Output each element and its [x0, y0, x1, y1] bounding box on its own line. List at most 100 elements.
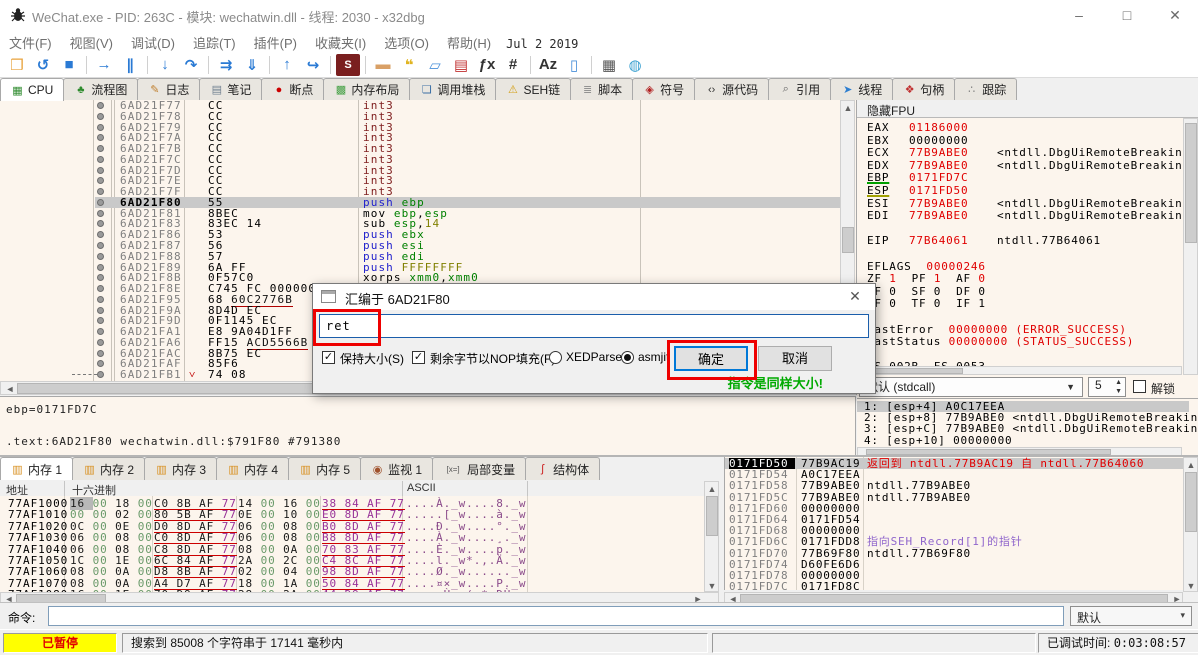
breakpoint-dot[interactable]: [97, 339, 104, 346]
stack-row[interactable]: 0171FD5C77B9ABE0ntdll.77B9ABE0: [725, 492, 1183, 503]
breakpoint-dot[interactable]: [97, 242, 104, 249]
stack-row[interactable]: 0171FD6C0171FDD8指向SEH_Record[1]的指针: [725, 536, 1183, 547]
pause-icon[interactable]: ∥: [118, 54, 142, 76]
register-row[interactable]: ESI77B9ABE0<ntdll.DbgUiRemoteBreakin>: [867, 198, 1190, 210]
stack-pane[interactable]: 0171FD5077B9AC19返回到 ntdll.77B9AC19 自 ntd…: [724, 457, 1183, 590]
breakpoint-dot[interactable]: [97, 307, 104, 314]
command-input[interactable]: [48, 606, 1064, 626]
breakpoint-dot[interactable]: [97, 167, 104, 174]
tab-符号[interactable]: ◈符号: [632, 78, 695, 100]
step-into-icon[interactable]: ↓: [153, 54, 177, 76]
breakpoint-dot[interactable]: [97, 156, 104, 163]
stack-row[interactable]: 0171FD6000000000: [725, 503, 1183, 514]
register-row[interactable]: ECX77B9ABE0<ntdll.DbgUiRemoteBreakin>: [867, 147, 1190, 159]
register-row[interactable]: LastError 00000000 (ERROR_SUCCESS): [867, 324, 1127, 336]
tab-内存 4[interactable]: ▥内存 4: [216, 457, 289, 480]
patches-icon[interactable]: ▬: [371, 54, 395, 76]
arguments-pane[interactable]: 1: [esp+4] A0C17EEA2: [esp+8] 77B9ABE0 <…: [857, 398, 1198, 456]
stack-row[interactable]: 0171FD7077B69F80ntdll.77B69F80: [725, 548, 1183, 559]
register-row[interactable]: EIP77B64061ntdll.77B64061: [867, 235, 1101, 247]
argument-row[interactable]: 4: [esp+10] 00000000: [857, 435, 1189, 446]
tab-监视 1[interactable]: ◉监视 1: [360, 457, 433, 480]
registers-vscrollbar[interactable]: [1183, 118, 1198, 375]
register-row[interactable]: EFLAGS 00000246: [867, 261, 986, 273]
breakpoint-dot[interactable]: [97, 199, 104, 206]
tab-笔记[interactable]: ▤笔记: [199, 78, 262, 100]
stack-row[interactable]: 0171FD5877B9ABE0ntdll.77B9ABE0: [725, 480, 1183, 491]
register-row[interactable]: EDI77B9ABE0<ntdll.DbgUiRemoteBreakin>: [867, 210, 1190, 222]
tab-流程图[interactable]: ♣流程图: [63, 78, 138, 100]
memory-dump-pane[interactable]: 77AF100016 00 18 00C0 8B AF 7714 00 16 0…: [0, 496, 704, 592]
open-file-icon[interactable]: ❒: [5, 54, 29, 76]
minimize-button[interactable]: –: [1062, 4, 1096, 26]
tab-内存布局[interactable]: ▩内存布局: [323, 78, 410, 100]
register-row[interactable]: LastStatus 00000000 (STATUS_SUCCESS): [867, 336, 1134, 348]
fill-nop-checkbox[interactable]: ✓: [412, 351, 425, 364]
keep-size-checkbox[interactable]: ✓: [322, 351, 335, 364]
register-row[interactable]: EBP0171FD7C: [867, 172, 997, 184]
breakpoint-dot[interactable]: [97, 253, 104, 260]
spinner-arrows-icon[interactable]: ▲▼: [1115, 378, 1122, 396]
xedparse-radio[interactable]: [549, 351, 562, 364]
tab-日志[interactable]: ✎日志: [137, 78, 200, 100]
internet-icon[interactable]: ◍: [623, 54, 647, 76]
register-row[interactable]: CF 0 TF 0 IF 1: [867, 298, 986, 310]
register-row[interactable]: ESP0171FD50: [867, 185, 997, 197]
tab-断点[interactable]: ●断点: [261, 78, 324, 100]
case-icon[interactable]: Az: [536, 54, 560, 76]
register-row[interactable]: EAX01186000: [867, 122, 997, 134]
stack-row[interactable]: 0171FD7C0171FD8C: [725, 581, 1183, 590]
registers-hscrollbar[interactable]: [857, 366, 1182, 375]
stack-row[interactable]: 0171FD5077B9AC19返回到 ntdll.77B9AC19 自 ntd…: [725, 458, 1183, 469]
execute-till-return-icon[interactable]: ⇓: [240, 54, 264, 76]
tab-调用堆栈[interactable]: ❏调用堆栈: [409, 78, 496, 100]
stop-icon[interactable]: ■: [57, 54, 81, 76]
stack-row[interactable]: 0171FD640171FD54: [725, 514, 1183, 525]
dialog-close-icon[interactable]: ✕: [845, 288, 865, 305]
argument-row[interactable]: 3: [esp+C] 77B9ABE0 <ntdll.DbgUiRemoteBr…: [857, 423, 1189, 434]
tab-局部变量[interactable]: [x=]局部变量: [432, 457, 526, 480]
unlock-checkbox[interactable]: [1133, 380, 1146, 393]
run-icon[interactable]: →: [92, 54, 116, 76]
breakpoint-dot[interactable]: [97, 124, 104, 131]
functions-icon[interactable]: ƒx: [475, 54, 499, 76]
tab-结构体[interactable]: ʃ结构体: [525, 457, 600, 480]
tab-线程[interactable]: ➤线程: [830, 78, 893, 100]
attach-icon[interactable]: ↪: [301, 54, 325, 76]
stack-row[interactable]: 0171FD7800000000: [725, 570, 1183, 581]
comments-icon[interactable]: ❝: [397, 54, 421, 76]
tab-SEH链[interactable]: ⚠SEH链: [495, 78, 571, 100]
arg-count-spinner[interactable]: 5 ▲▼: [1088, 377, 1126, 397]
dialog-title-bar[interactable]: 汇编于 6AD21F80 ✕: [313, 284, 875, 310]
register-row[interactable]: OF 0 SF 0 DF 0: [867, 286, 986, 298]
breakpoint-dot[interactable]: [97, 350, 104, 357]
register-row[interactable]: EBX00000000: [867, 135, 997, 147]
tab-内存 2[interactable]: ▥内存 2: [72, 457, 145, 480]
register-row[interactable]: EDX77B9ABE0<ntdll.DbgUiRemoteBreakin>: [867, 160, 1190, 172]
tab-内存 1[interactable]: ▥内存 1: [0, 457, 73, 480]
tab-CPU[interactable]: ▦CPU: [0, 78, 64, 101]
asmjit-radio[interactable]: [621, 351, 634, 364]
cancel-button[interactable]: 取消: [758, 346, 832, 371]
tab-内存 3[interactable]: ▥内存 3: [144, 457, 217, 480]
breakpoint-dot[interactable]: [97, 113, 104, 120]
register-row[interactable]: ZF 1 PF 1 AF 0: [867, 273, 986, 285]
calling-convention-select[interactable]: 默认 (stdcall) ▼: [859, 377, 1083, 397]
stack-row[interactable]: 0171FD74D60FE6D6: [725, 559, 1183, 570]
tab-内存 5[interactable]: ▥内存 5: [288, 457, 361, 480]
breakpoint-dot[interactable]: [97, 210, 104, 217]
hash-icon[interactable]: #: [501, 54, 525, 76]
instruction-input[interactable]: ret: [319, 314, 869, 338]
breakpoint-dot[interactable]: [97, 102, 104, 109]
close-button[interactable]: ✕: [1158, 4, 1192, 26]
modules-icon[interactable]: ▯: [562, 54, 586, 76]
step-over-icon[interactable]: ↷: [179, 54, 203, 76]
tab-源代码[interactable]: ‹›源代码: [694, 78, 769, 100]
tab-引用[interactable]: ⌕引用: [768, 78, 831, 100]
tab-脚本[interactable]: ≣脚本: [570, 78, 633, 100]
labels-icon[interactable]: ▱: [423, 54, 447, 76]
bookmarks-icon[interactable]: ▤: [449, 54, 473, 76]
stack-vscrollbar[interactable]: ▲ ▼: [1183, 457, 1198, 592]
calculator-icon[interactable]: ▦: [597, 54, 621, 76]
hide-fpu-button[interactable]: 隐藏FPU: [857, 100, 1198, 118]
